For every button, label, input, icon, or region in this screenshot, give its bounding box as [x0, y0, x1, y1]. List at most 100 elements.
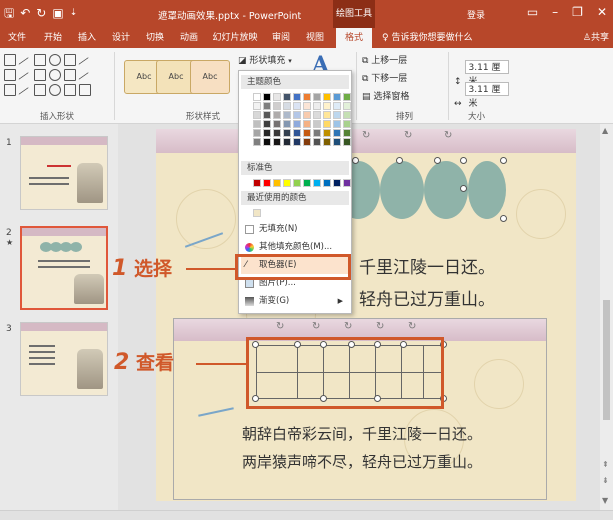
tell-me-search[interactable]: ♀ 告诉我你想要做什么 [382, 28, 472, 48]
color-swatch[interactable] [263, 120, 271, 128]
selection-handle[interactable] [460, 185, 467, 192]
color-swatch[interactable] [333, 129, 341, 137]
save-icon[interactable]: 🖫 [4, 6, 14, 20]
selection-handle[interactable] [460, 157, 467, 164]
color-swatch[interactable] [343, 129, 351, 137]
rotate-handle-icon[interactable]: ↻ [444, 130, 452, 141]
text-box-icon[interactable] [4, 54, 16, 66]
color-swatch[interactable] [323, 111, 331, 119]
menu-item-no-fill[interactable]: 无填充(N) [241, 221, 349, 238]
menu-item-gradient[interactable]: 渐变(G) ▶ [241, 293, 349, 310]
login-link[interactable]: 登录 [467, 8, 485, 21]
color-swatch[interactable] [253, 179, 261, 187]
share-button[interactable]: ♙共享 [583, 28, 609, 48]
color-swatch[interactable] [333, 93, 341, 101]
color-swatch[interactable] [313, 179, 321, 187]
curve-icon[interactable] [78, 72, 92, 84]
color-swatch[interactable] [283, 138, 291, 146]
shape-gallery[interactable] [4, 54, 92, 108]
color-swatch[interactable] [303, 102, 311, 110]
rotate-handle-icon[interactable]: ↻ [312, 321, 320, 332]
color-swatch[interactable] [343, 138, 351, 146]
start-slideshow-icon[interactable]: ▣ [52, 6, 63, 20]
vertical-scrollbar[interactable]: ▲ ⇞ ⇟ ▼ [600, 124, 613, 510]
selection-pane-button[interactable]: ▤ 选择窗格 [362, 90, 409, 104]
color-swatch[interactable] [273, 179, 281, 187]
color-swatch[interactable] [283, 93, 291, 101]
theme-color-palette[interactable] [253, 93, 351, 146]
color-swatch[interactable] [303, 129, 311, 137]
send-backward-button[interactable]: ⧉ 下移一层 [362, 72, 407, 86]
color-swatch[interactable] [273, 138, 281, 146]
color-swatch[interactable] [313, 129, 321, 137]
mask-circle[interactable] [468, 161, 506, 219]
rotate-handle-icon[interactable]: ↻ [344, 321, 352, 332]
color-swatch[interactable] [253, 120, 261, 128]
restore-icon[interactable]: ❐ [572, 5, 583, 19]
selection-handle[interactable] [500, 157, 507, 164]
color-swatch[interactable] [313, 102, 321, 110]
color-swatch[interactable] [313, 93, 321, 101]
color-swatch[interactable] [323, 179, 331, 187]
color-swatch[interactable] [343, 93, 351, 101]
color-swatch[interactable] [343, 179, 351, 187]
color-swatch[interactable] [293, 179, 301, 187]
width-input[interactable]: 3.11 厘米 [464, 82, 509, 109]
color-swatch[interactable] [333, 120, 341, 128]
color-swatch[interactable] [253, 138, 261, 146]
color-swatch[interactable] [293, 138, 301, 146]
color-swatch[interactable] [293, 111, 301, 119]
tab-view[interactable]: 视图 [302, 28, 328, 48]
customize-qat-icon[interactable]: ⇣ [70, 6, 78, 20]
scrollbar-thumb[interactable] [603, 300, 610, 420]
color-swatch[interactable] [253, 93, 261, 101]
color-swatch[interactable] [343, 102, 351, 110]
mask-circle[interactable] [380, 161, 424, 219]
tab-design[interactable]: 设计 [108, 28, 134, 48]
shape-fill-button[interactable]: ◪ 形状填充 ▾ [238, 53, 308, 69]
recent-color-swatch[interactable] [253, 209, 261, 217]
color-swatch[interactable] [253, 129, 261, 137]
color-swatch[interactable] [323, 120, 331, 128]
rounded-rectangle-icon[interactable] [64, 54, 76, 66]
poem-line-2[interactable]: ，轻舟已过万重山。 [342, 285, 495, 310]
rotate-handle-icon[interactable]: ↻ [404, 130, 412, 141]
selection-handle[interactable] [352, 157, 359, 164]
color-swatch[interactable] [333, 102, 341, 110]
scroll-prev-slide-icon[interactable]: ⇞ [602, 460, 609, 469]
slide-thumbnail-2[interactable] [20, 226, 108, 310]
rectangle-icon[interactable] [34, 54, 46, 66]
color-swatch[interactable] [293, 93, 301, 101]
block-arrow-icon[interactable] [34, 69, 46, 81]
color-swatch[interactable] [293, 120, 301, 128]
standard-color-palette[interactable] [253, 179, 351, 187]
tab-format[interactable]: 格式 [336, 28, 372, 48]
color-swatch[interactable] [333, 179, 341, 187]
tab-review[interactable]: 审阅 [268, 28, 294, 48]
rotate-handle-icon[interactable]: ↻ [276, 321, 284, 332]
color-swatch[interactable] [333, 138, 341, 146]
color-swatch[interactable] [313, 120, 321, 128]
color-swatch[interactable] [303, 93, 311, 101]
color-swatch[interactable] [323, 129, 331, 137]
close-icon[interactable]: ✕ [597, 5, 607, 19]
height-input[interactable]: 3.11 厘米 [464, 60, 509, 87]
flowchart-icon[interactable] [64, 84, 76, 96]
color-swatch[interactable] [263, 111, 271, 119]
smile-icon[interactable] [49, 84, 61, 96]
color-swatch[interactable] [283, 111, 291, 119]
redo-icon[interactable]: ↻ [36, 6, 46, 20]
color-swatch[interactable] [343, 120, 351, 128]
tab-animations[interactable]: 动画 [176, 28, 202, 48]
tab-file[interactable]: 文件 [4, 28, 30, 48]
triangle-icon[interactable] [4, 69, 16, 81]
ribbon-display-options-icon[interactable]: ▭ [527, 5, 538, 19]
color-swatch[interactable] [303, 179, 311, 187]
circle-icon[interactable] [49, 69, 61, 81]
color-swatch[interactable] [273, 102, 281, 110]
arrow-icon[interactable] [78, 57, 92, 69]
rotate-handle-icon[interactable]: ↻ [362, 130, 370, 141]
star-icon[interactable] [4, 84, 16, 96]
shape-style-3[interactable]: Abc [190, 60, 230, 94]
color-swatch[interactable] [313, 111, 321, 119]
